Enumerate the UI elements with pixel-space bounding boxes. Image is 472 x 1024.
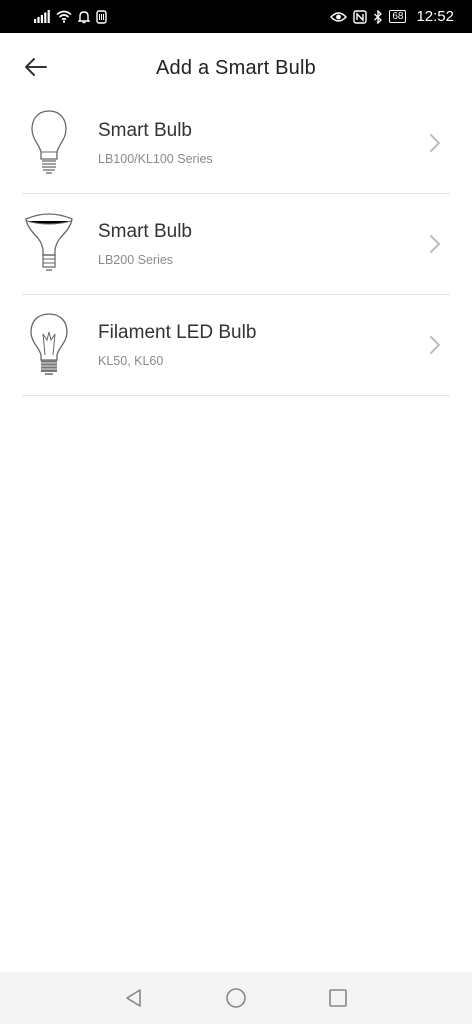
screen: 68 12:52 Add a Smart Bulb Smart Bulb LB1… bbox=[0, 0, 472, 1024]
system-nav-bar bbox=[0, 972, 472, 1024]
wifi-icon bbox=[56, 9, 72, 25]
nav-back-button[interactable] bbox=[122, 986, 146, 1010]
status-bar: 68 12:52 bbox=[0, 0, 472, 33]
sim-icon bbox=[96, 9, 107, 25]
item-subtitle: LB100/KL100 Series bbox=[98, 152, 213, 166]
back-button[interactable] bbox=[20, 55, 52, 83]
item-title: Filament LED Bulb bbox=[98, 322, 257, 343]
status-right: 68 12:52 bbox=[330, 8, 454, 25]
nav-home-button[interactable] bbox=[224, 986, 248, 1010]
back-triangle-icon bbox=[126, 989, 141, 1007]
bell-icon bbox=[78, 9, 90, 25]
nav-recents-button[interactable] bbox=[326, 986, 350, 1010]
arrow-left-icon bbox=[24, 57, 48, 82]
chevron-right-icon bbox=[430, 235, 441, 253]
bulb-list: Smart Bulb LB100/KL100 Series Smart Bulb bbox=[22, 93, 450, 396]
item-text: Smart Bulb LB200 Series bbox=[98, 221, 450, 267]
a19-bulb-icon bbox=[22, 103, 76, 183]
page-title: Add a Smart Bulb bbox=[156, 56, 316, 79]
chevron-right-icon bbox=[430, 134, 441, 152]
item-title: Smart Bulb bbox=[98, 221, 192, 242]
item-text: Filament LED Bulb KL50, KL60 bbox=[98, 322, 450, 368]
item-subtitle: KL50, KL60 bbox=[98, 354, 164, 368]
status-left bbox=[34, 9, 107, 25]
list-item-smart-bulb-lb100[interactable]: Smart Bulb LB100/KL100 Series bbox=[22, 93, 450, 194]
home-circle-icon bbox=[226, 988, 246, 1008]
filament-bulb-icon bbox=[22, 305, 76, 385]
br30-bulb-icon bbox=[22, 204, 76, 284]
status-time: 12:52 bbox=[416, 8, 454, 25]
item-text: Smart Bulb LB100/KL100 Series bbox=[98, 120, 450, 166]
list-item-smart-bulb-lb200[interactable]: Smart Bulb LB200 Series bbox=[22, 194, 450, 295]
nfc-icon bbox=[353, 9, 368, 25]
signal-icon bbox=[34, 9, 50, 25]
item-title: Smart Bulb bbox=[98, 120, 192, 141]
item-subtitle: LB200 Series bbox=[98, 253, 174, 267]
battery-indicator: 68 bbox=[389, 10, 407, 23]
chevron-right-icon bbox=[430, 336, 441, 354]
recents-square-icon bbox=[329, 989, 347, 1007]
eye-icon bbox=[330, 9, 348, 25]
bluetooth-icon bbox=[373, 9, 383, 25]
list-item-filament-led-bulb[interactable]: Filament LED Bulb KL50, KL60 bbox=[22, 295, 450, 396]
